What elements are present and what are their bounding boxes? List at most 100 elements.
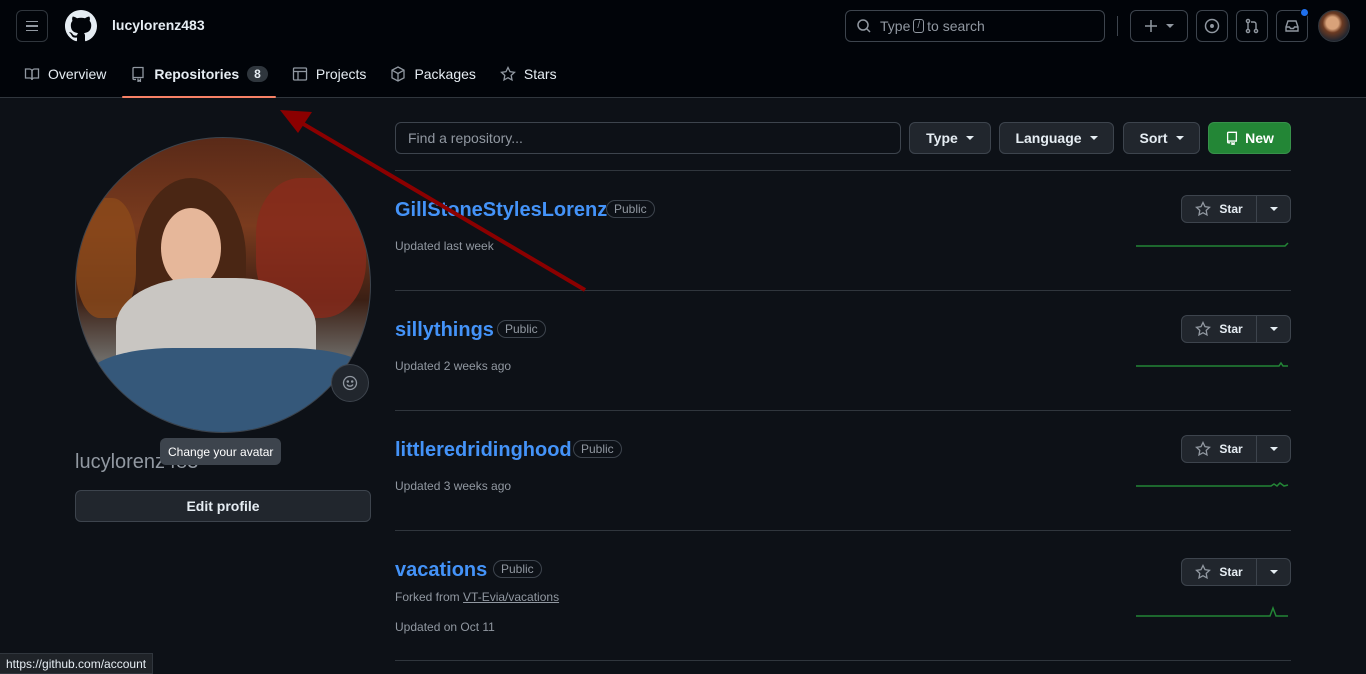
star-label: Star	[1219, 565, 1243, 579]
package-icon	[391, 66, 406, 82]
search-input[interactable]: Type / to search	[845, 10, 1105, 42]
chevron-down-icon	[965, 136, 974, 140]
visibility-badge: Public	[573, 440, 622, 458]
activity-sparkline	[1136, 605, 1288, 617]
repo-icon	[1227, 131, 1238, 145]
create-new-button[interactable]	[1130, 10, 1188, 42]
repo-updated: Updated 3 weeks ago	[395, 479, 512, 493]
avatar-tooltip: Change your avatar	[160, 438, 282, 465]
set-status-button[interactable]	[331, 364, 369, 402]
chevron-down-icon	[1175, 136, 1184, 140]
new-repository-button[interactable]: New	[1208, 122, 1291, 154]
tab-overview-label: Overview	[48, 66, 107, 82]
profile-tabs: Overview Repositories 8 Projects Package…	[16, 56, 573, 98]
star-icon	[499, 66, 516, 82]
forked-from-prefix: Forked from	[395, 590, 460, 604]
list-divider	[395, 290, 1291, 291]
hamburger-icon	[26, 20, 38, 23]
chevron-down-icon	[1089, 136, 1098, 140]
activity-sparkline	[1136, 361, 1288, 367]
star-list-dropdown[interactable]	[1257, 195, 1291, 223]
tab-overview[interactable]: Overview	[16, 56, 114, 92]
visibility-badge: Public	[497, 320, 546, 338]
star-icon	[1195, 201, 1212, 217]
repo-updated: Updated on Oct 11	[395, 620, 495, 634]
tab-stars[interactable]: Stars	[492, 56, 565, 92]
list-divider	[395, 530, 1291, 531]
find-repository-input[interactable]: Find a repository...	[395, 122, 901, 154]
repo-updated: Updated 2 weeks ago	[395, 359, 512, 373]
repo-link[interactable]: littleredridinghood	[395, 439, 572, 462]
chevron-down-icon	[1269, 207, 1278, 211]
search-icon	[857, 19, 871, 33]
star-button[interactable]: Star	[1181, 315, 1257, 343]
star-label: Star	[1219, 202, 1243, 216]
language-filter-button[interactable]: Language	[999, 122, 1114, 154]
book-icon	[24, 68, 40, 81]
star-button[interactable]: Star	[1181, 195, 1257, 223]
star-icon	[1195, 564, 1212, 580]
status-bar-url: https://github.com/account	[0, 653, 154, 674]
github-logo-icon[interactable]	[65, 10, 97, 42]
star-label: Star	[1219, 322, 1243, 336]
chevron-down-icon	[1269, 447, 1278, 451]
star-icon	[1195, 441, 1212, 457]
pull-request-icon	[1245, 18, 1259, 34]
tab-stars-label: Stars	[523, 66, 557, 82]
visibility-badge: Public	[493, 560, 542, 578]
list-divider	[395, 660, 1291, 661]
star-button-group: Star	[1181, 315, 1291, 343]
plus-icon	[1145, 20, 1157, 32]
user-avatar-menu[interactable]	[1318, 10, 1350, 42]
star-icon	[1195, 321, 1212, 337]
star-list-dropdown[interactable]	[1257, 315, 1291, 343]
issue-opened-icon	[1204, 18, 1220, 34]
forked-from-text: Forked from VT-Evia/vacations	[395, 590, 559, 604]
chevron-down-icon	[1269, 570, 1278, 574]
tab-projects[interactable]: Projects	[284, 56, 375, 92]
visibility-badge: Public	[606, 200, 655, 218]
inbox-icon	[1285, 20, 1299, 32]
chevron-down-icon	[1166, 24, 1174, 28]
forked-from-link[interactable]: VT-Evia/vacations	[463, 590, 559, 604]
list-divider	[395, 170, 1291, 171]
issues-button[interactable]	[1196, 10, 1228, 42]
menu-button[interactable]	[16, 10, 48, 42]
search-prefix: Type	[880, 18, 911, 34]
pull-requests-button[interactable]	[1236, 10, 1268, 42]
star-button-group: Star	[1181, 195, 1291, 223]
tab-repositories-label: Repositories	[154, 66, 240, 82]
star-button[interactable]: Star	[1181, 435, 1257, 463]
smiley-icon	[342, 375, 358, 391]
header-username[interactable]: lucylorenz483	[112, 17, 205, 33]
repo-link[interactable]: GillStoneStylesLorenz	[395, 199, 607, 222]
tab-projects-label: Projects	[315, 66, 367, 82]
table-icon	[292, 67, 308, 81]
global-header: lucylorenz483 Type / to search Overview …	[0, 0, 1366, 98]
list-divider	[395, 410, 1291, 411]
repo-link[interactable]: vacations	[395, 559, 487, 582]
star-button-group: Star	[1181, 435, 1291, 463]
header-divider	[1117, 16, 1118, 36]
sort-filter-label: Sort	[1139, 130, 1168, 146]
star-list-dropdown[interactable]	[1257, 558, 1291, 586]
tab-packages[interactable]: Packages	[382, 56, 483, 92]
repositories-count-badge: 8	[247, 66, 268, 82]
repo-icon	[132, 66, 145, 82]
sort-filter-button[interactable]: Sort	[1123, 122, 1200, 154]
star-button[interactable]: Star	[1181, 558, 1257, 586]
star-label: Star	[1219, 442, 1243, 456]
search-shortcut-key: /	[913, 19, 925, 33]
search-suffix: to search	[927, 18, 985, 34]
type-filter-label: Type	[926, 130, 958, 146]
star-button-group: Star	[1181, 558, 1291, 586]
repo-updated: Updated last week	[395, 239, 494, 253]
repo-link[interactable]: sillythings	[395, 319, 494, 342]
type-filter-button[interactable]: Type	[909, 122, 991, 154]
edit-profile-button[interactable]: Edit profile	[75, 490, 371, 522]
profile-avatar[interactable]	[75, 137, 371, 433]
star-list-dropdown[interactable]	[1257, 435, 1291, 463]
tab-repositories[interactable]: Repositories 8	[122, 56, 276, 98]
language-filter-label: Language	[1015, 130, 1082, 146]
tab-packages-label: Packages	[414, 66, 476, 82]
